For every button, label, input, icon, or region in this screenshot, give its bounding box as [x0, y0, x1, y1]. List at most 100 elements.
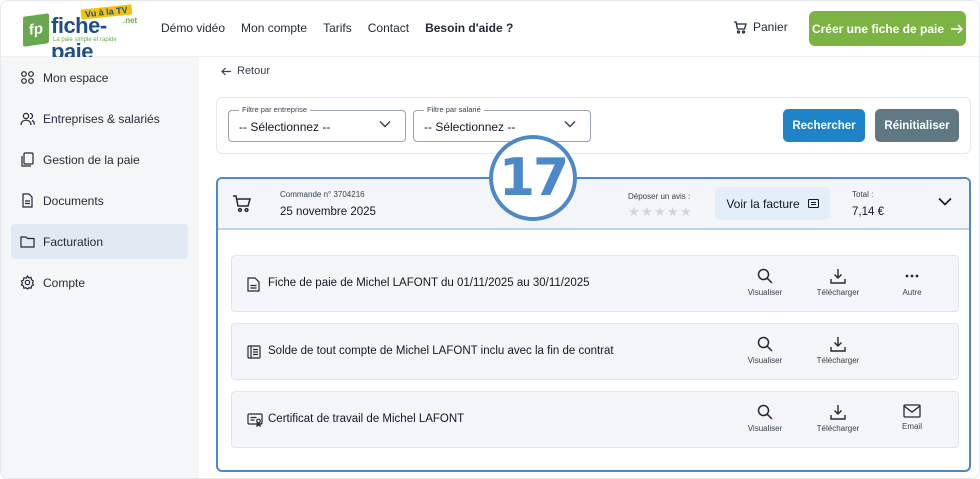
view-document-button[interactable]: Visualiser	[737, 268, 793, 297]
search-button[interactable]: Rechercher	[783, 109, 865, 142]
document-row-solde: Solde de tout compte de Michel LAFONT in…	[231, 323, 959, 380]
search-icon	[757, 404, 773, 420]
order-date: 25 novembre 2025	[280, 206, 376, 218]
total-value: 7,14 €	[852, 206, 884, 218]
sidebar-item-label: Facturation	[43, 234, 104, 249]
download-document-button[interactable]: Télécharger	[810, 336, 866, 365]
sidebar-item-compte[interactable]: Compte	[11, 265, 188, 300]
chevron-down-icon	[379, 121, 391, 128]
star-icon[interactable]: ★	[680, 205, 692, 218]
reset-button[interactable]: Réinitialiser	[875, 109, 959, 142]
document-label: Fiche de paie de Michel LAFONT du 01/11/…	[268, 277, 590, 289]
mail-icon	[903, 404, 921, 418]
sidebar-item-mon-espace[interactable]: Mon espace	[11, 60, 188, 95]
file-icon	[22, 193, 33, 208]
annotation-badge: 17	[489, 135, 577, 221]
sidebar: Mon espace Entreprises & salariés Gestio…	[1, 57, 199, 478]
download-icon	[830, 337, 846, 352]
create-payslip-button[interactable]: Créer une fiche de paie	[809, 11, 966, 46]
company-filter-label: Filtre par entreprise	[239, 105, 311, 114]
grid-icon	[21, 71, 34, 84]
star-icon[interactable]: ★	[641, 205, 653, 218]
documents-icon	[21, 152, 34, 167]
app-window: fp fiche-paie Vu à la TV .net La paie si…	[0, 0, 980, 479]
logo-suffix: .net	[123, 16, 138, 25]
document-row-certificate: Certificat de travail de Michel LAFONT V…	[231, 391, 959, 448]
more-label: Autre	[902, 288, 922, 297]
view-invoice-button[interactable]: Voir la facture	[715, 187, 830, 220]
download-icon	[830, 269, 846, 284]
employee-filter-label: Filtre par salarié	[424, 105, 484, 114]
users-icon	[20, 112, 35, 126]
chevron-down-icon	[564, 121, 576, 128]
document-label: Certificat de travail de Michel LAFONT	[268, 413, 465, 425]
sidebar-item-documents[interactable]: Documents	[11, 183, 188, 218]
ledger-icon	[247, 345, 261, 359]
nav-contact[interactable]: Contact	[368, 21, 409, 35]
document-row-payslip: Fiche de paie de Michel LAFONT du 01/11/…	[231, 255, 959, 312]
search-icon	[757, 336, 773, 352]
sidebar-item-label: Entreprises & salariés	[43, 111, 160, 126]
logo[interactable]: fp fiche-paie Vu à la TV .net La paie si…	[23, 4, 141, 64]
arrow-right-icon	[951, 23, 964, 34]
view-document-button[interactable]: Visualiser	[737, 336, 793, 365]
top-header: fp fiche-paie Vu à la TV .net La paie si…	[1, 1, 979, 64]
email-document-button[interactable]: Email	[884, 404, 940, 431]
back-label: Retour	[237, 65, 271, 77]
employee-filter-value: -- Sélectionnez --	[424, 120, 516, 134]
gear-icon	[20, 275, 35, 290]
certificate-icon	[247, 413, 263, 427]
search-icon	[757, 268, 773, 284]
view-document-button[interactable]: Visualiser	[737, 404, 793, 433]
logo-tagline: La paie simple et rapide	[53, 37, 117, 43]
folder-icon	[20, 236, 35, 248]
nav-mon-compte[interactable]: Mon compte	[241, 21, 307, 35]
back-link[interactable]: Retour	[221, 65, 270, 77]
download-icon	[830, 405, 846, 420]
email-label: Email	[901, 422, 922, 431]
download-document-button[interactable]: Télécharger	[810, 268, 866, 297]
download-document-button[interactable]: Télécharger	[810, 404, 866, 433]
arrow-left-icon	[221, 67, 231, 75]
download-label: Télécharger	[816, 424, 860, 433]
sidebar-item-label: Documents	[43, 193, 104, 208]
sidebar-item-label: Gestion de la paie	[43, 152, 140, 167]
cart-label: Panier	[753, 20, 788, 34]
cart-icon	[233, 195, 251, 213]
order-header[interactable]: Commande n° 3704216 25 novembre 2025 Dép…	[218, 179, 969, 230]
cart-link[interactable]: Panier	[733, 20, 788, 34]
company-filter-select[interactable]: Filtre par entreprise -- Sélectionnez --	[228, 105, 406, 142]
view-invoice-label: Voir la facture	[726, 196, 800, 211]
view-label: Visualiser	[747, 424, 783, 433]
more-options-button[interactable]: Autre	[884, 268, 940, 297]
nav-demo-video[interactable]: Démo vidéo	[161, 21, 225, 35]
cart-icon	[734, 20, 747, 34]
sidebar-item-gestion-paie[interactable]: Gestion de la paie	[11, 142, 188, 177]
logo-mark: fp	[23, 13, 49, 47]
invoice-icon	[807, 199, 819, 208]
order-number: Commande n° 3704216	[280, 190, 365, 199]
main-nav: Démo vidéo Mon compte Tarifs Contact Bes…	[161, 21, 513, 35]
sidebar-item-label: Mon espace	[43, 70, 109, 85]
review-stars[interactable]: ★ ★ ★ ★ ★	[628, 205, 692, 218]
employee-filter-select[interactable]: Filtre par salarié -- Sélectionnez --	[413, 105, 591, 142]
star-icon[interactable]: ★	[628, 205, 640, 218]
filters-panel: Filtre par entreprise -- Sélectionnez --…	[216, 97, 971, 154]
chevron-down-icon[interactable]	[938, 197, 952, 206]
sidebar-item-entreprises[interactable]: Entreprises & salariés	[11, 101, 188, 136]
nav-tarifs[interactable]: Tarifs	[323, 21, 352, 35]
view-label: Visualiser	[747, 288, 783, 297]
sidebar-item-label: Compte	[43, 275, 86, 290]
download-label: Télécharger	[816, 356, 860, 365]
nav-help[interactable]: Besoin d'aide ?	[425, 21, 513, 35]
star-icon[interactable]: ★	[654, 205, 666, 218]
document-label: Solde de tout compte de Michel LAFONT in…	[268, 345, 614, 357]
order-card: Commande n° 3704216 25 novembre 2025 Dép…	[216, 177, 971, 472]
view-label: Visualiser	[747, 356, 783, 365]
create-payslip-label: Créer une fiche de paie	[811, 21, 945, 36]
sidebar-item-facturation[interactable]: Facturation	[11, 224, 188, 259]
star-icon[interactable]: ★	[667, 205, 679, 218]
more-horizontal-icon	[905, 274, 919, 278]
total-label: Total :	[852, 190, 874, 199]
company-filter-value: -- Sélectionnez --	[239, 120, 331, 134]
